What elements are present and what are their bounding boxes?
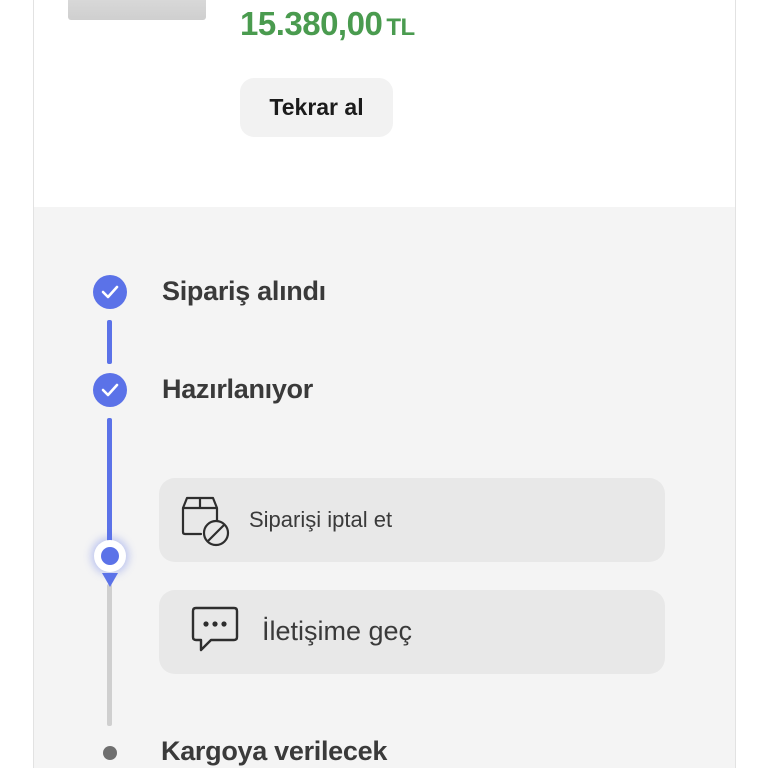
rebuy-button[interactable]: Tekrar al bbox=[240, 78, 393, 137]
timeline-line-completed-1 bbox=[107, 320, 112, 364]
product-price: 15.380,00 TL bbox=[240, 5, 415, 43]
dot-icon bbox=[103, 746, 117, 760]
price-value: 15.380,00 bbox=[240, 5, 383, 42]
timeline-line-pending bbox=[107, 584, 112, 726]
location-pin-pointer bbox=[102, 573, 118, 587]
package-cancel-icon bbox=[179, 494, 233, 548]
cancel-order-button[interactable]: Siparişi iptal et bbox=[159, 478, 665, 562]
timeline-line-completed-2 bbox=[107, 418, 112, 546]
step-label-to-be-shipped: Kargoya verilecek bbox=[161, 736, 388, 766]
location-pin-icon bbox=[94, 540, 126, 572]
check-icon bbox=[93, 373, 127, 407]
product-image[interactable] bbox=[68, 0, 206, 20]
contact-button[interactable]: İletişime geç bbox=[159, 590, 665, 674]
chat-bubble-icon bbox=[191, 604, 239, 656]
check-icon bbox=[93, 275, 127, 309]
step-label-preparing: Hazırlanıyor bbox=[162, 374, 313, 404]
price-currency: TL bbox=[386, 14, 415, 41]
contact-label: İletişime geç bbox=[262, 616, 413, 646]
step-label-order-received: Sipariş alındı bbox=[162, 276, 326, 306]
cancel-order-label: Siparişi iptal et bbox=[249, 507, 393, 532]
order-detail-page: 15.380,00 TL Tekrar al Sipariş alındı Haz… bbox=[0, 0, 768, 768]
